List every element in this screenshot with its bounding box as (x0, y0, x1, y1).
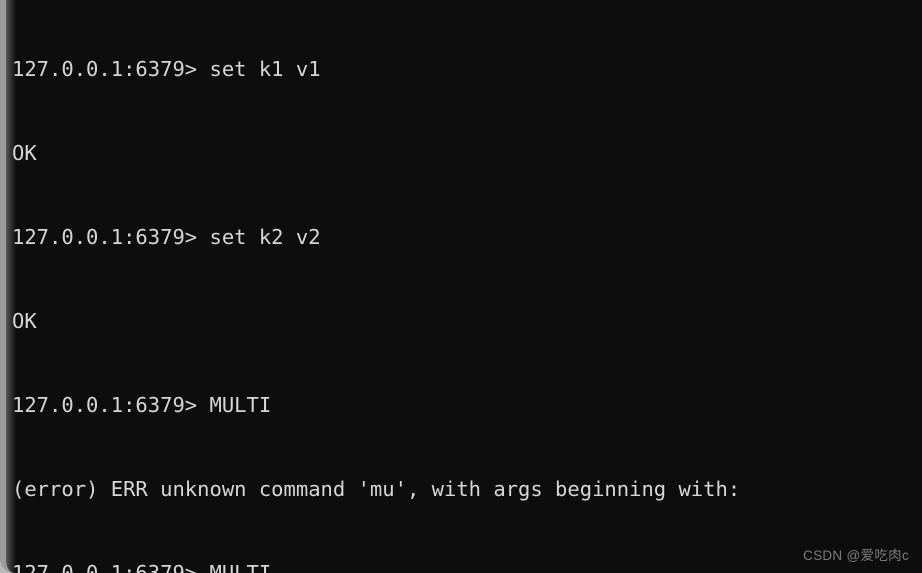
watermark: CSDN @爱吃肉c (803, 548, 909, 563)
terminal-output-area[interactable]: 127.0.0.1:6379> set k1 v1 OK 127.0.0.1:6… (6, 0, 922, 573)
terminal-line: 127.0.0.1:6379> MULTI (12, 393, 272, 417)
terminal-line: 127.0.0.1:6379> MULTI (12, 561, 272, 573)
terminal-line: OK (12, 141, 37, 165)
terminal-window[interactable]: 127.0.0.1:6379> set k1 v1 OK 127.0.0.1:6… (0, 0, 922, 573)
terminal-line-error: (error) ERR unknown command 'mu', with a… (12, 477, 741, 501)
terminal-line: 127.0.0.1:6379> set k1 v1 (12, 57, 321, 81)
terminal-line: OK (12, 309, 37, 333)
terminal-line: 127.0.0.1:6379> set k2 v2 (12, 225, 321, 249)
